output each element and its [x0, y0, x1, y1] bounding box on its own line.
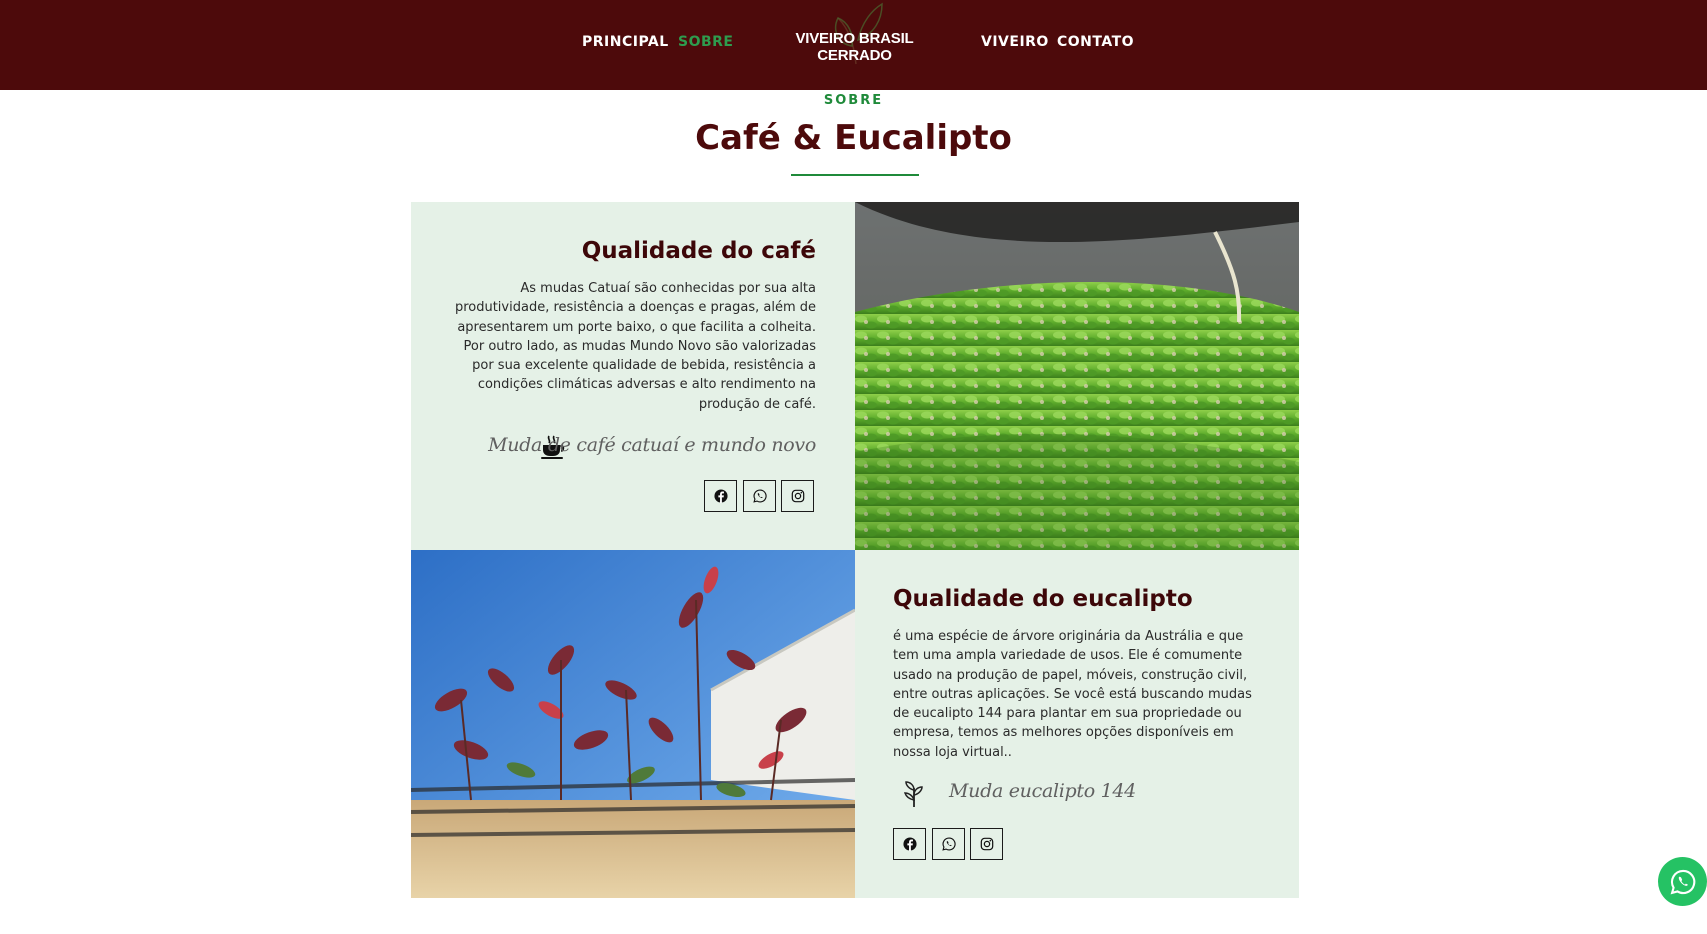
instagram-icon: [980, 837, 993, 851]
section-eyebrow: SOBRE: [823, 93, 884, 108]
whatsapp-icon: [752, 489, 767, 503]
seedling-icon: [901, 780, 927, 812]
coffee-description: As mudas Catuaí são conhecidas por sua a…: [436, 279, 816, 414]
nav-sobre[interactable]: SOBRE: [678, 34, 734, 50]
instagram-button[interactable]: [970, 828, 1003, 860]
eucalyptus-text-line: tem uma ampla variedade de usos. Ele é c…: [893, 648, 1243, 664]
coffee-text-line: condições climáticas adversas e alto ren…: [477, 377, 816, 393]
nav-principal[interactable]: PRINCIPAL: [582, 34, 669, 50]
coffee-panel: Qualidade do café As mudas Catuaí são co…: [411, 202, 855, 550]
facebook-icon: [713, 489, 728, 503]
coffee-seedlings-nursery-photo: [855, 202, 1299, 550]
instagram-icon: [791, 489, 804, 503]
site-logo[interactable]: VIVEIRO BRASIL CERRADO: [762, 0, 947, 72]
facebook-button[interactable]: [704, 480, 737, 512]
whatsapp-float-button[interactable]: [1658, 857, 1707, 906]
eucalyptus-description: é uma espécie de árvore originária da Au…: [893, 627, 1283, 762]
instagram-button[interactable]: [781, 480, 814, 512]
eucalyptus-text-line: empresa, temos as melhores opções dispon…: [893, 725, 1234, 741]
whatsapp-icon: [941, 837, 956, 851]
coffee-text-line: Por outro lado, as mudas Mundo Novo são …: [463, 338, 816, 354]
eucalyptus-tagline: Muda eucalipto 144: [949, 780, 1136, 802]
whatsapp-icon: [1670, 869, 1695, 894]
eucalyptus-text-line: é uma espécie de árvore originária da Au…: [893, 629, 1244, 644]
eucalyptus-seedlings-photo: [411, 550, 855, 898]
coffee-title: Qualidade do café: [581, 238, 816, 264]
coffee-text-line: por sua excelente qualidade de bebida, r…: [472, 358, 816, 374]
coffee-text-line: As mudas Catuaí são conhecidas por sua a…: [520, 281, 816, 296]
eucalyptus-text-line: entre outras aplicações. Se você está bu…: [893, 686, 1252, 702]
title-divider: [791, 174, 919, 176]
coffee-text-line: produtividade, resistência a doenças e p…: [454, 300, 816, 316]
logo-text: VIVEIRO BRASIL CERRADO: [795, 30, 914, 64]
eucalyptus-text-line: usado na produção de papel, móveis, cons…: [893, 667, 1248, 683]
coffee-tagline: Muda de café catuaí e mundo novo: [488, 434, 816, 456]
section-title: Café & Eucalipto: [695, 118, 1012, 158]
nav-viveiro[interactable]: VIVEIRO: [981, 34, 1049, 50]
eucalyptus-text-line: nossa loja virtual..: [893, 744, 1012, 760]
facebook-button[interactable]: [893, 828, 926, 860]
site-header: PRINCIPAL SOBRE VIVEIRO BRASIL CERRADO V…: [0, 0, 1707, 90]
whatsapp-button[interactable]: [932, 828, 965, 860]
coffee-text-line: produção de café.: [698, 396, 816, 412]
eucalyptus-title: Qualidade do eucalipto: [893, 586, 1193, 612]
eucalyptus-text-line: de eucalipto 144 para plantar em sua pro…: [893, 706, 1242, 722]
facebook-icon: [902, 837, 917, 851]
nav-contato[interactable]: CONTATO: [1057, 34, 1134, 50]
coffee-text-line: apresentarem um porte baixo, o que facil…: [457, 319, 816, 335]
whatsapp-button[interactable]: [743, 480, 776, 512]
eucalyptus-panel: Qualidade do eucalipto é uma espécie de …: [855, 550, 1299, 898]
